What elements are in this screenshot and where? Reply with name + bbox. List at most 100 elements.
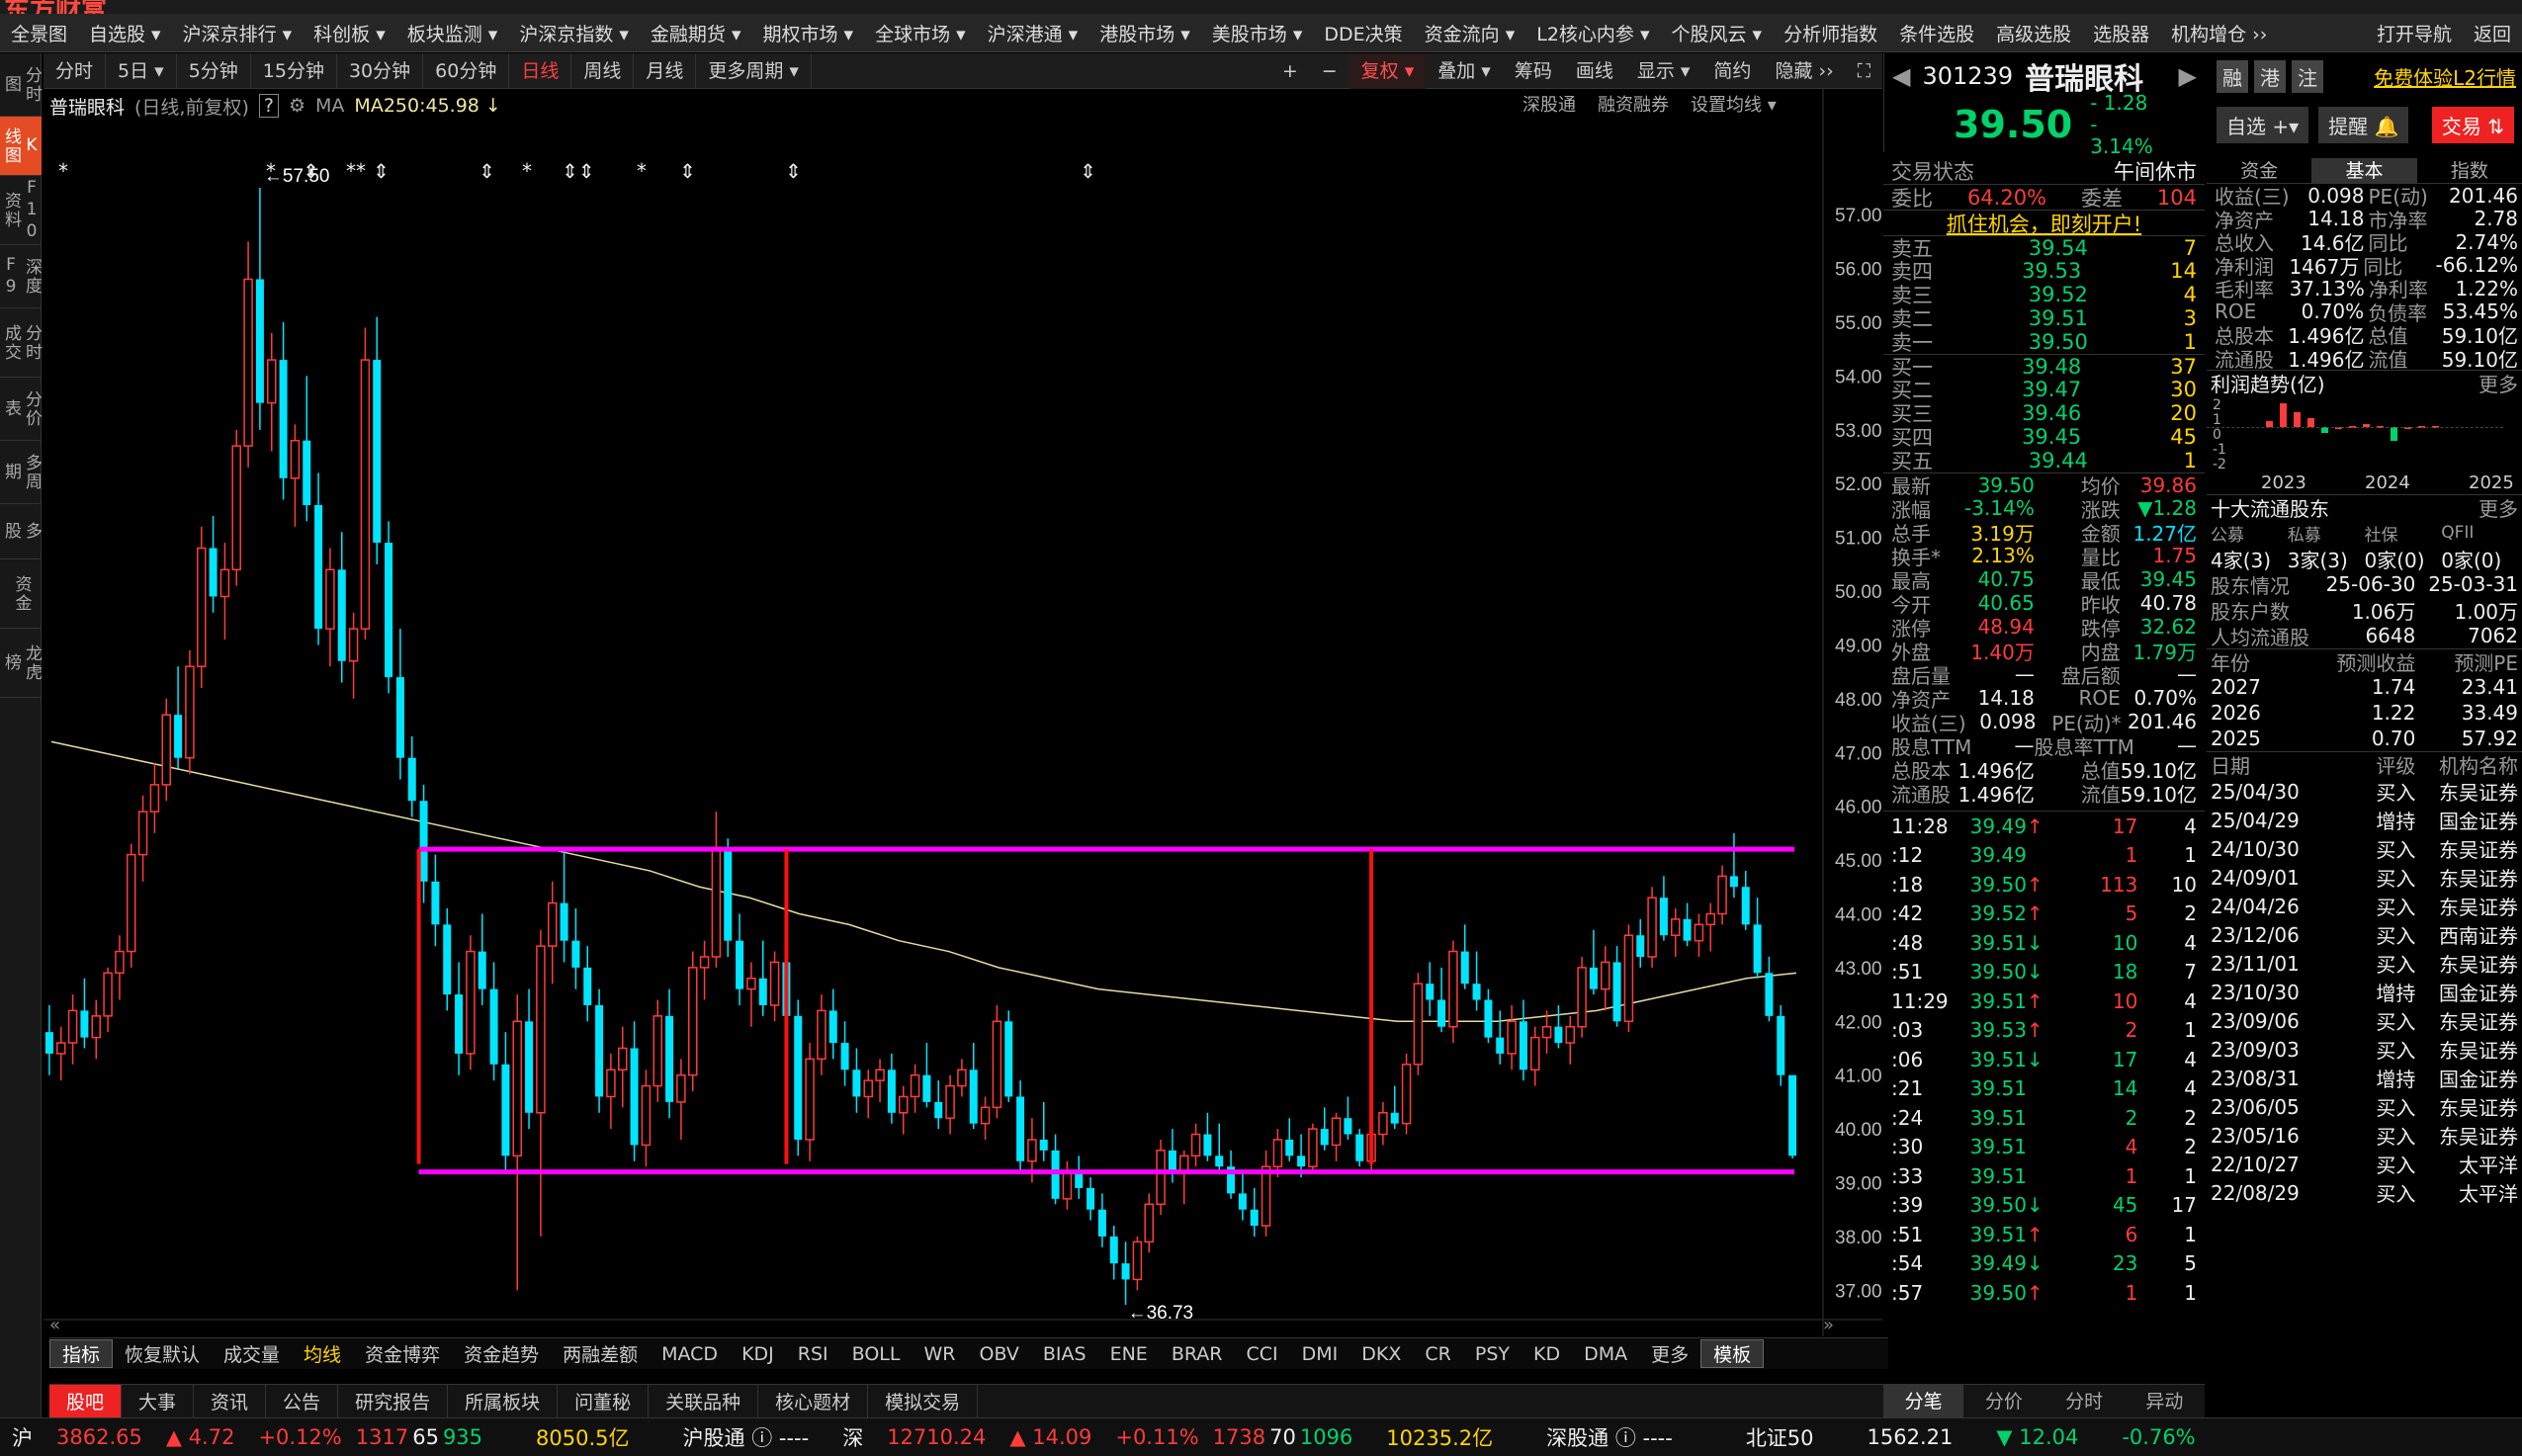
indicator-21[interactable]: KD xyxy=(1522,1343,1572,1365)
left-tab-4[interactable]: 分时成交 xyxy=(0,308,42,378)
tag-1[interactable]: 港 xyxy=(2254,59,2286,93)
indicator-20[interactable]: PSY xyxy=(1463,1343,1522,1365)
menu-item-18[interactable]: 高级选股 xyxy=(1985,20,2082,46)
menu-item-17[interactable]: 条件选股 xyxy=(1888,20,1985,46)
indicator-6[interactable]: 两融差额 xyxy=(551,1340,650,1367)
indicator-14[interactable]: ENE xyxy=(1098,1343,1160,1365)
rating-row[interactable]: 23/06/05 买入 东吴证券 xyxy=(2207,1092,2522,1121)
event-marker[interactable]: * xyxy=(522,159,532,183)
period-6[interactable]: 日线 xyxy=(509,52,572,89)
indicator-3[interactable]: 均线 xyxy=(292,1340,353,1367)
bz-index[interactable]: 1562.21 xyxy=(1856,1425,1965,1449)
left-tab-5[interactable]: 分价表 xyxy=(0,378,42,441)
event-marker[interactable]: ⇕ xyxy=(679,159,696,183)
scroll-left-icon[interactable]: « xyxy=(49,1315,60,1335)
menu-item-11[interactable]: 美股市场 ▾ xyxy=(1201,20,1314,46)
l2-link[interactable]: 免费体验L2行情 xyxy=(2374,62,2522,91)
trade-button[interactable]: 交易 ⇅ xyxy=(2431,106,2514,143)
sz-index[interactable]: 12710.24 xyxy=(875,1425,998,1449)
menu-item-4[interactable]: 板块监测 ▾ xyxy=(396,20,509,46)
indicator-22[interactable]: DMA xyxy=(1572,1343,1639,1365)
tag-0[interactable]: 融 xyxy=(2217,59,2248,93)
profit-more[interactable]: 更多 xyxy=(2365,369,2518,397)
tick-list[interactable]: 11:28 39.49↑ 17 4:12 39.49 1 1:18 39.50↑ 113 10:4… xyxy=(1883,811,2205,1308)
info-tab-2[interactable]: 指数 xyxy=(2417,158,2522,183)
left-tab-7[interactable]: 多股 xyxy=(0,504,42,559)
tool-9[interactable]: ⛶ xyxy=(1846,53,1882,89)
event-marker[interactable]: * xyxy=(637,159,647,183)
info-tab-0[interactable]: 资金 xyxy=(2207,158,2311,183)
bottom-tab-5[interactable]: 所属板块 xyxy=(448,1384,559,1420)
hgt[interactable]: 沪股通 ⓘ ---- xyxy=(671,1422,822,1452)
tick-tab-3[interactable]: 异动 xyxy=(2125,1385,2205,1419)
tool-8[interactable]: 隐藏 ›› xyxy=(1763,53,1845,89)
indicator-11[interactable]: WR xyxy=(912,1343,967,1365)
rating-row[interactable]: 23/09/03 买入 东吴证券 xyxy=(2207,1035,2522,1064)
menu-item-20[interactable]: 机构增仓 ›› xyxy=(2160,20,2278,46)
rating-row[interactable]: 22/08/29 买入 太平洋 xyxy=(2207,1178,2522,1207)
bottom-tab-3[interactable]: 公告 xyxy=(266,1384,339,1420)
menu-item-10[interactable]: 港股市场 ▾ xyxy=(1088,20,1201,46)
info-tab-1[interactable]: 基本 xyxy=(2311,158,2417,183)
event-marker[interactable]: ⇕ xyxy=(373,159,390,183)
indicator-18[interactable]: DKX xyxy=(1349,1343,1413,1365)
menu-item-1[interactable]: 自选股 ▾ xyxy=(78,20,172,46)
orderbook-row[interactable]: 卖一 39.50 1 xyxy=(1883,330,2205,355)
menu-right-0[interactable]: 打开导航 xyxy=(2366,20,2463,46)
left-tab-3[interactable]: 深度F9 xyxy=(0,245,42,308)
tool-3[interactable]: 叠加 ▾ xyxy=(1426,53,1503,89)
kline-chart[interactable]: 57.00 56.00 55.00 54.00 53.00 52.00 51.00 50.00… xyxy=(43,89,1882,1336)
menu-item-15[interactable]: 个股风云 ▾ xyxy=(1661,20,1774,46)
rating-row[interactable]: 23/08/31 增持 国金证券 xyxy=(2207,1064,2522,1092)
menu-item-8[interactable]: 全球市场 ▾ xyxy=(864,20,977,46)
rating-row[interactable]: 23/09/06 买入 东吴证券 xyxy=(2207,1006,2522,1035)
period-8[interactable]: 月线 xyxy=(634,52,697,89)
bottom-tab-2[interactable]: 资讯 xyxy=(194,1384,267,1420)
left-tab-0[interactable]: 分时图 xyxy=(0,53,42,117)
indicator-1[interactable]: 恢复默认 xyxy=(113,1340,212,1367)
left-tab-9[interactable]: 龙虎榜 xyxy=(0,629,42,698)
tick-tab-0[interactable]: 分笔 xyxy=(1883,1385,1964,1419)
indicator-24[interactable]: 模板 xyxy=(1700,1339,1765,1368)
menu-item-6[interactable]: 金融期货 ▾ xyxy=(640,20,752,46)
holders-more[interactable]: 更多 xyxy=(2365,493,2518,522)
left-tab-6[interactable]: 多周期 xyxy=(0,441,42,504)
bottom-tab-8[interactable]: 核心题材 xyxy=(758,1384,869,1420)
tool-0[interactable]: + xyxy=(1270,53,1310,89)
tool-5[interactable]: 画线 xyxy=(1564,53,1625,89)
menu-item-16[interactable]: 分析师指数 xyxy=(1773,20,1888,46)
period-1[interactable]: 5日 ▾ xyxy=(106,52,177,89)
tag-2[interactable]: 注 xyxy=(2292,59,2323,93)
bottom-tab-4[interactable]: 研究报告 xyxy=(338,1384,449,1420)
period-4[interactable]: 30分钟 xyxy=(337,52,424,89)
rating-row[interactable]: 22/10/27 买入 太平洋 xyxy=(2207,1150,2522,1178)
bottom-tab-6[interactable]: 问董秘 xyxy=(558,1384,650,1420)
orderbook-row[interactable]: 买五 39.44 1 xyxy=(1883,449,2205,473)
tool-1[interactable]: − xyxy=(1310,53,1349,89)
rating-row[interactable]: 23/11/01 买入 东吴证券 xyxy=(2207,949,2522,978)
indicator-16[interactable]: CCI xyxy=(1235,1343,1290,1365)
sh-index[interactable]: 3862.65 xyxy=(44,1425,154,1449)
indicator-12[interactable]: OBV xyxy=(967,1343,1030,1365)
tool-2[interactable]: 复权 ▾ xyxy=(1348,52,1427,89)
tick-tab-1[interactable]: 分价 xyxy=(1963,1385,2044,1419)
menu-item-7[interactable]: 期权市场 ▾ xyxy=(751,20,864,46)
scroll-right-icon[interactable]: » xyxy=(1823,1315,1834,1335)
menu-right-1[interactable]: 返回 xyxy=(2463,20,2522,46)
left-tab-1[interactable]: K线图 xyxy=(0,117,42,176)
menu-item-3[interactable]: 科创板 ▾ xyxy=(303,20,396,46)
sgt[interactable]: 深股通 ⓘ ---- xyxy=(1534,1422,1685,1452)
indicator-4[interactable]: 资金博弈 xyxy=(353,1340,452,1367)
period-0[interactable]: 分时 xyxy=(43,52,107,89)
menu-item-19[interactable]: 选股器 xyxy=(2082,20,2160,46)
indicator-8[interactable]: KDJ xyxy=(730,1343,786,1365)
indicator-10[interactable]: BOLL xyxy=(840,1343,913,1365)
prev-stock-icon[interactable]: ◀ xyxy=(1892,62,1910,90)
menu-item-14[interactable]: L2核心内参 ▾ xyxy=(1525,20,1660,46)
menu-item-12[interactable]: DDE决策 xyxy=(1313,20,1413,46)
event-marker[interactable]: ⇕ xyxy=(1080,159,1096,183)
menu-item-9[interactable]: 沪深港通 ▾ xyxy=(977,20,1089,46)
indicator-5[interactable]: 资金趋势 xyxy=(452,1340,551,1367)
tool-6[interactable]: 显示 ▾ xyxy=(1625,53,1702,89)
left-tab-2[interactable]: F10资料 xyxy=(0,176,42,245)
